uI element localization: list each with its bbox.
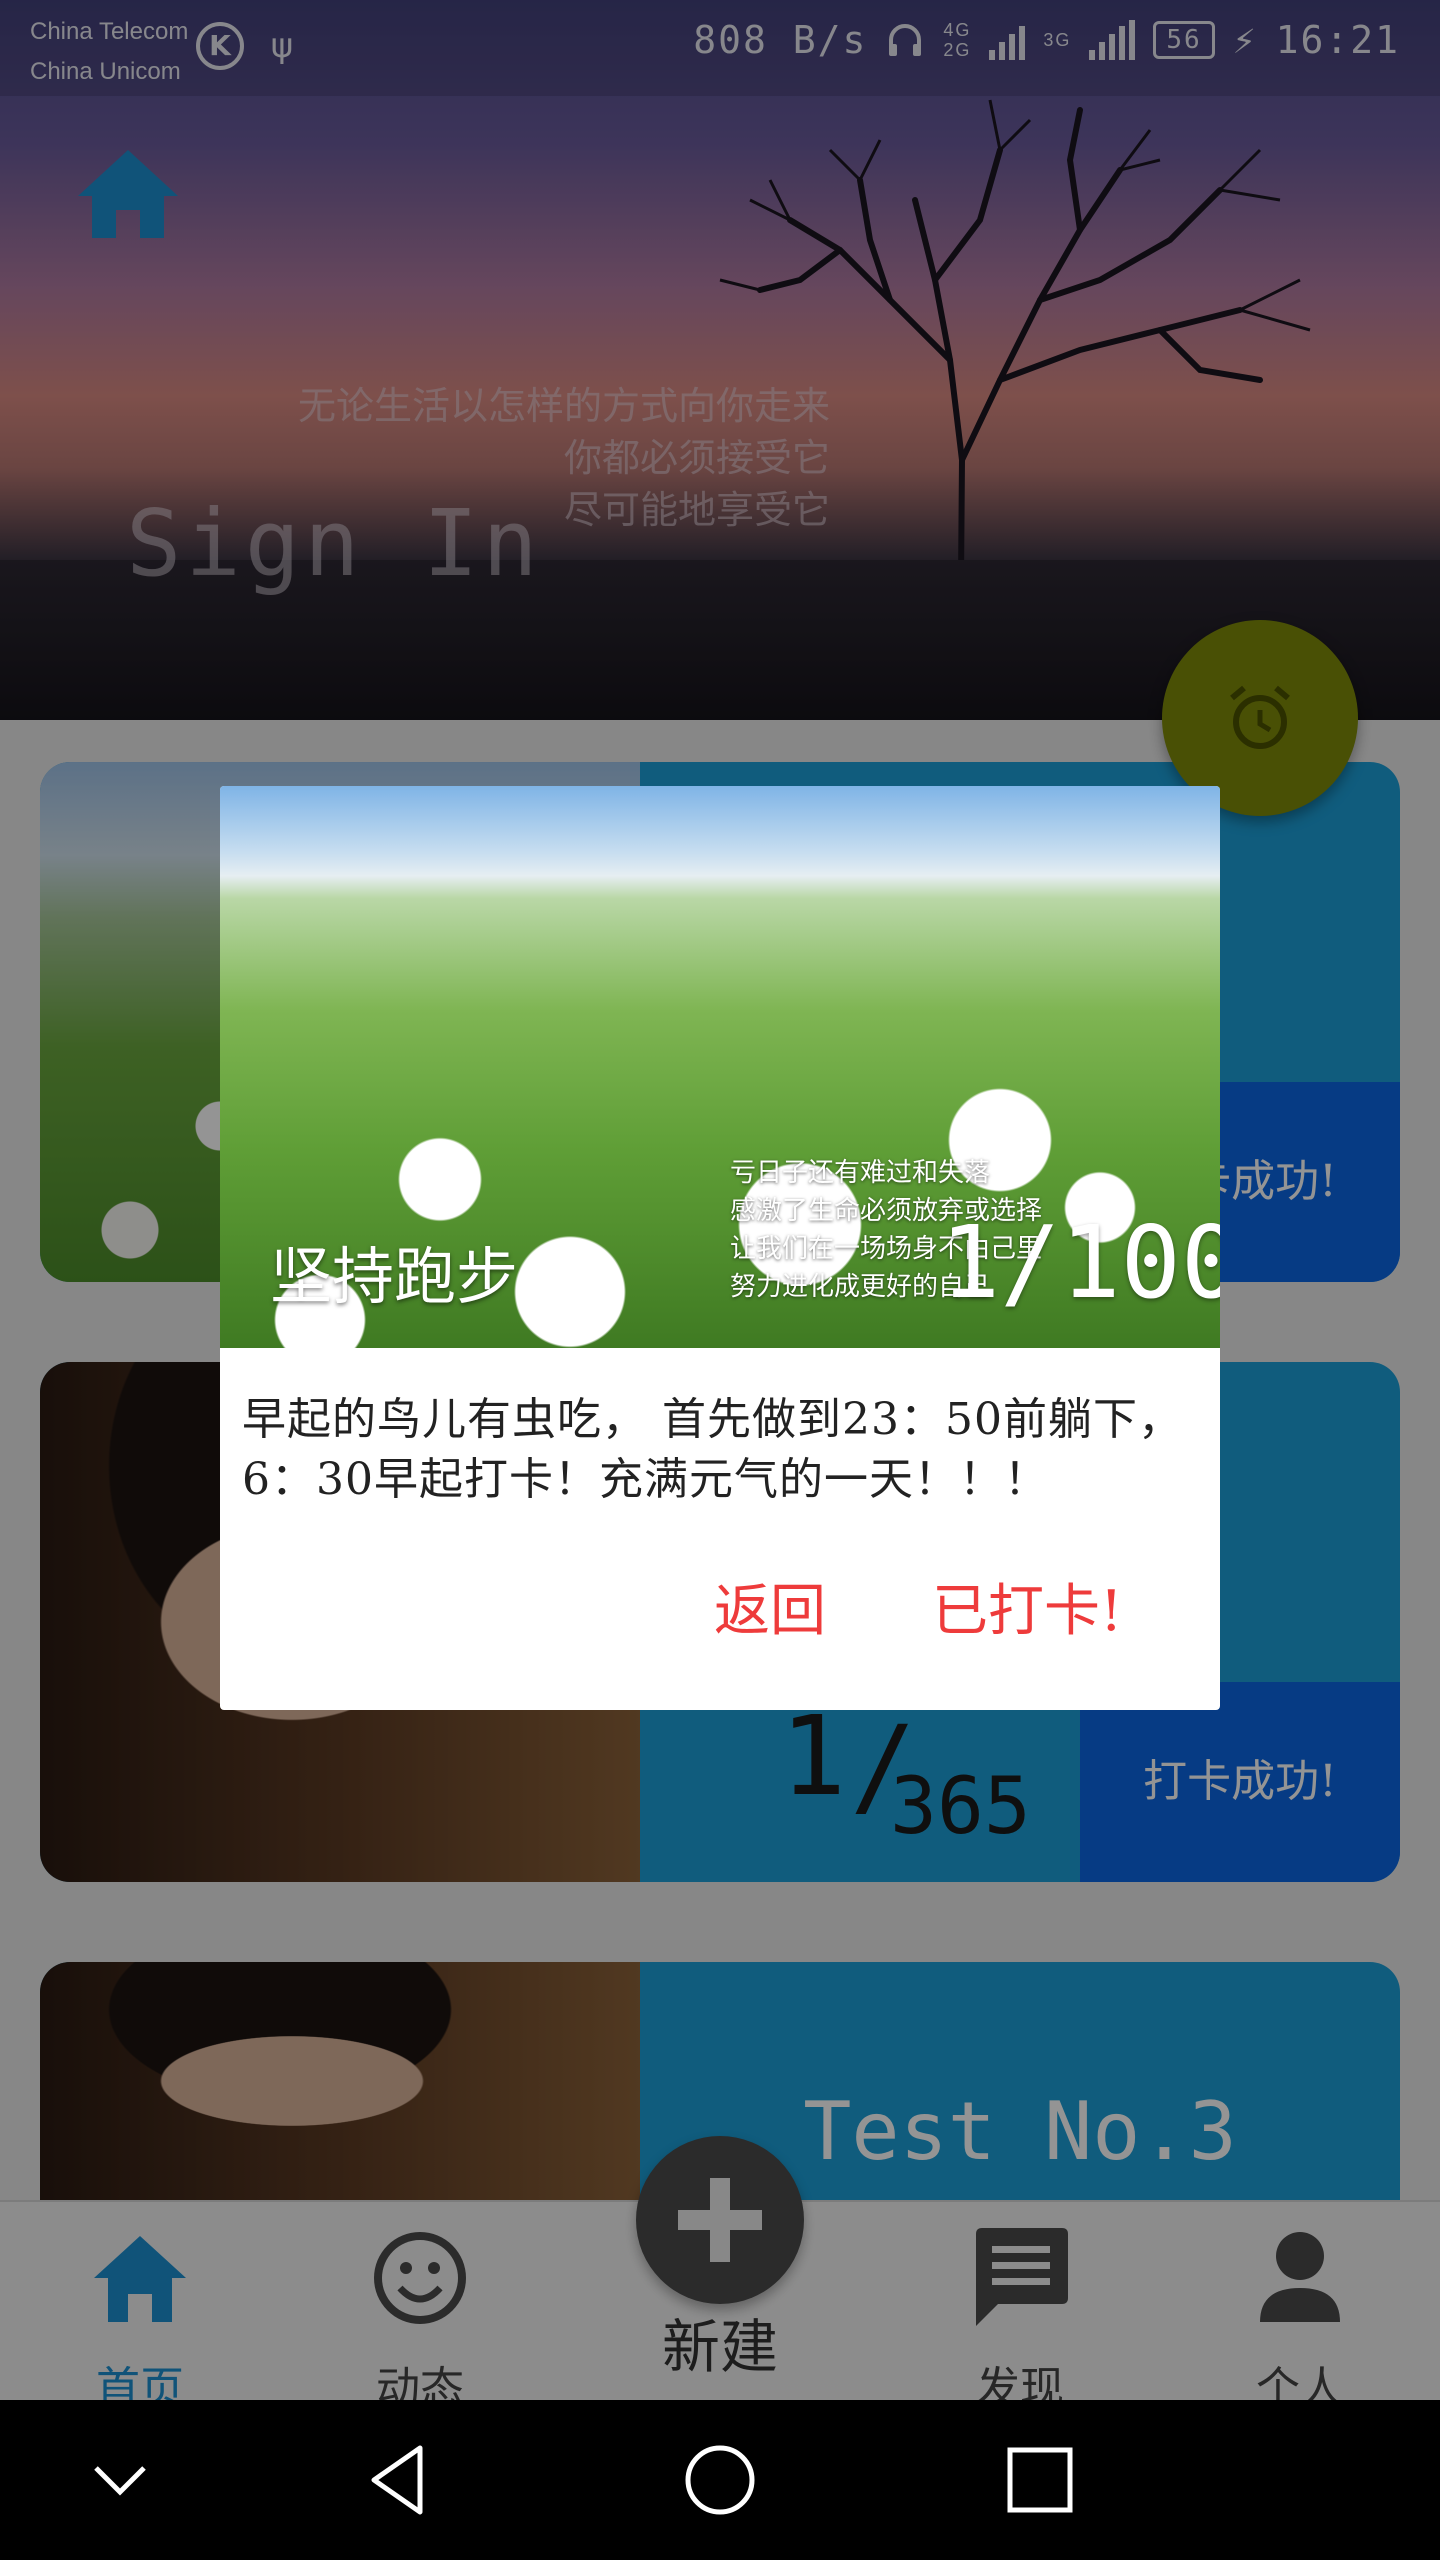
back-icon[interactable] bbox=[360, 2440, 440, 2520]
back-button[interactable]: 返回 bbox=[714, 1566, 826, 1656]
dialog-title: 坚持跑步 bbox=[270, 1240, 519, 1313]
dialog-message: 早起的鸟儿有虫吃， 首先做到23：50前躺下，6：30早起打卡！充满元气的一天！… bbox=[242, 1394, 1183, 1505]
dialog-image: 坚持跑步 亏日子还有难过和失落 感激了生命必须放弃或选择 让我们在一场场身不由己… bbox=[220, 786, 1220, 1348]
recents-icon[interactable] bbox=[1000, 2440, 1080, 2520]
checkin-dialog: 坚持跑步 亏日子还有难过和失落 感激了生命必须放弃或选择 让我们在一场场身不由己… bbox=[220, 786, 1220, 1710]
poem-line: 亏日子还有难过和失落 bbox=[730, 1158, 991, 1188]
checked-in-button[interactable]: 已打卡! bbox=[932, 1566, 1123, 1656]
system-nav-bar bbox=[0, 2400, 1440, 2560]
home-circle-icon[interactable] bbox=[680, 2440, 760, 2520]
chevron-down-icon[interactable] bbox=[80, 2440, 160, 2520]
dialog-progress: 1/100 bbox=[940, 1204, 1220, 1321]
